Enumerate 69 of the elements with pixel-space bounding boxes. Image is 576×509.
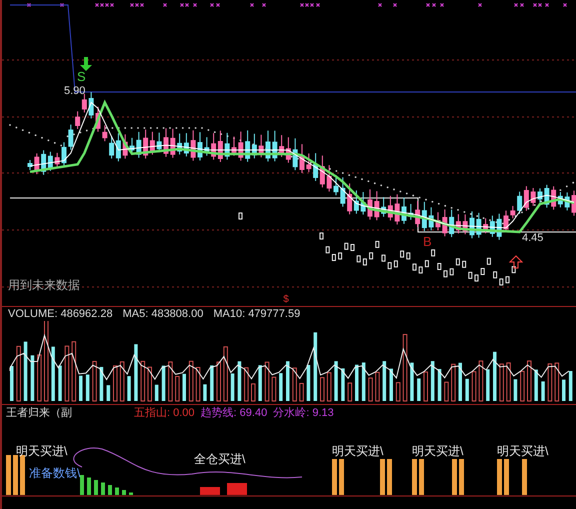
candlestick — [530, 188, 536, 206]
candlestick — [476, 212, 482, 238]
candlestick — [170, 128, 176, 158]
signal-text: 明天买进\ — [332, 444, 384, 458]
candlestick — [88, 92, 94, 119]
volume-reading: VOLUME: 486962.28 — [8, 308, 113, 320]
candlestick — [164, 128, 168, 158]
down-arrow-icon — [80, 57, 92, 71]
candlestick — [198, 132, 202, 161]
sell-signal: S — [77, 69, 86, 84]
candlestick — [190, 130, 196, 162]
candlestick — [96, 106, 100, 132]
signal-text: 准备数钱\ — [29, 466, 80, 480]
candlestick — [204, 136, 210, 156]
candlestick — [224, 132, 230, 160]
candlestick — [544, 184, 550, 208]
indicator-reading: 五指山: 0.00 — [134, 406, 195, 420]
candlestick — [326, 164, 332, 192]
candlestick — [272, 130, 278, 162]
signal-text: 明天买进\ — [412, 444, 464, 458]
note-text: 用到未来数据 — [8, 278, 80, 292]
candlestick — [122, 134, 128, 160]
candlestick — [394, 194, 400, 225]
candlestick — [292, 138, 298, 171]
price-label: 4.45 — [522, 232, 544, 244]
signal-text: 明天买进\ — [497, 444, 548, 458]
buy-signal: B — [423, 234, 432, 249]
marker-symbol: $ — [283, 294, 289, 305]
candlestick — [572, 190, 576, 216]
indicator-reading: 趋势线: 69.40 — [200, 406, 268, 420]
candlestick — [340, 176, 346, 208]
candlestick — [436, 212, 440, 231]
candlestick — [504, 210, 508, 233]
candlestick — [510, 205, 516, 219]
candlestick — [462, 214, 468, 235]
candlestick — [442, 208, 448, 237]
candlestick — [258, 134, 264, 158]
candlestick — [232, 136, 236, 156]
candlestick — [538, 188, 542, 203]
candlestick — [62, 142, 66, 167]
candlestick — [360, 192, 366, 216]
candlestick — [238, 131, 244, 162]
signal-text: 全仓买进\ — [194, 452, 246, 466]
candlestick — [374, 190, 380, 221]
price-label: 5.90 — [64, 85, 86, 97]
candlestick — [130, 137, 134, 154]
volume-reading: MA10: 479777.59 — [213, 308, 300, 320]
candlestick — [402, 196, 406, 224]
candlestick — [428, 206, 434, 231]
candlestick — [28, 160, 32, 170]
candlestick — [136, 131, 142, 158]
volume-reading: MA5: 483808.00 — [122, 308, 204, 320]
indicator-reading: 分水岭: 9.13 — [273, 406, 334, 420]
signal-text: 明天买进\ — [16, 444, 68, 458]
candlestick — [496, 213, 502, 240]
indicator-title: 王者归来（副 — [6, 406, 73, 420]
candlestick — [470, 210, 474, 239]
candlestick — [408, 203, 414, 220]
candlestick — [34, 152, 40, 175]
candlestick — [368, 188, 372, 220]
candlestick — [300, 144, 304, 174]
candlestick — [68, 124, 74, 150]
candlestick — [306, 152, 312, 173]
candlestick — [564, 192, 570, 211]
candlestick — [54, 152, 60, 168]
candlestick — [266, 130, 270, 162]
up-arrow-icon — [508, 255, 524, 268]
candlestick — [102, 124, 108, 142]
candlestick — [156, 132, 162, 153]
